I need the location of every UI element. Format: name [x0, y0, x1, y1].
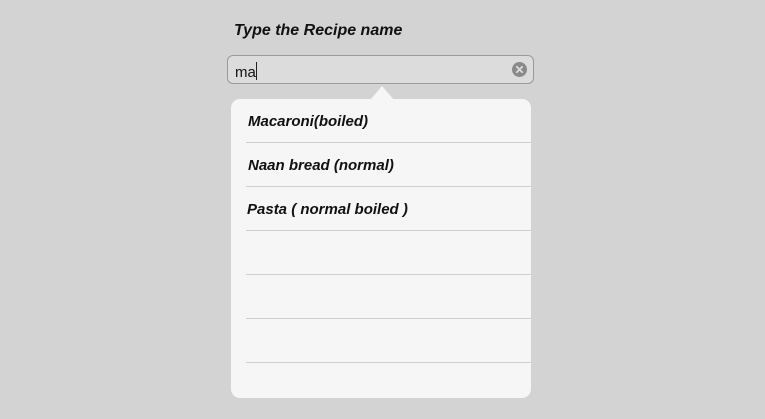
- page-title: Type the Recipe name: [234, 22, 403, 39]
- suggestion-item-naan-bread[interactable]: Naan bread (normal): [246, 143, 531, 187]
- suggestion-item-empty: [246, 319, 531, 363]
- suggestion-item-empty: [246, 275, 531, 319]
- search-input-value: ma: [235, 64, 256, 81]
- suggestion-item-macaroni[interactable]: Macaroni(boiled): [246, 99, 531, 143]
- suggestion-item-empty: [246, 363, 531, 398]
- recipe-search-field[interactable]: ma: [227, 55, 534, 84]
- suggestions-popover: Macaroni(boiled) Naan bread (normal) Pas…: [231, 99, 531, 398]
- suggestion-item-empty: [246, 231, 531, 275]
- suggestion-label: Naan bread (normal): [248, 157, 394, 174]
- suggestion-label: Macaroni(boiled): [248, 113, 369, 130]
- clear-icon[interactable]: [512, 62, 527, 77]
- suggestion-item-pasta[interactable]: Pasta ( normal boiled ): [246, 187, 531, 231]
- popover-arrow: [370, 86, 394, 100]
- text-caret: [255, 62, 257, 80]
- suggestion-label: Pasta ( normal boiled ): [247, 201, 408, 218]
- search-input[interactable]: ma: [235, 62, 257, 81]
